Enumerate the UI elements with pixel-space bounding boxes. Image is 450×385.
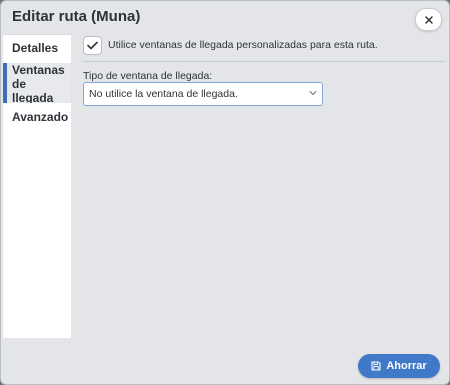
custom-windows-checkbox[interactable] [83,35,102,55]
sidebar-nav: Detalles Ventanas de llegada Avanzado [3,34,71,338]
edit-route-dialog: Editar ruta (Muna) Detalles Ventanas de … [0,0,450,385]
close-button[interactable] [415,8,442,31]
save-button[interactable]: Ahorrar [358,354,440,378]
sidebar-item-label: Detalles [12,41,59,55]
chevron-down-icon [309,91,317,95]
section-divider [83,61,445,62]
sidebar-item-label: Ventanas de llegada [12,63,65,103]
sidebar-item-arrival-windows[interactable]: Ventanas de llegada [3,63,71,103]
custom-windows-option: Utilice ventanas de llegada personalizad… [83,35,378,55]
custom-windows-label: Utilice ventanas de llegada personalizad… [108,39,378,51]
floppy-disk-icon [371,361,381,371]
save-label: Ahorrar [386,360,427,372]
window-type-selected-value: No utilice la ventana de llegada. [89,88,238,100]
sidebar-item-label: Avanzado [12,110,69,124]
window-type-select[interactable]: No utilice la ventana de llegada. [83,82,323,106]
window-type-label: Tipo de ventana de llegada: [83,70,213,82]
close-icon [424,15,433,24]
sidebar-item-advanced[interactable]: Avanzado [3,110,71,128]
dialog-title: Editar ruta (Muna) [12,8,141,25]
checkmark-icon [87,41,98,49]
sidebar-item-details[interactable]: Detalles [3,41,71,61]
